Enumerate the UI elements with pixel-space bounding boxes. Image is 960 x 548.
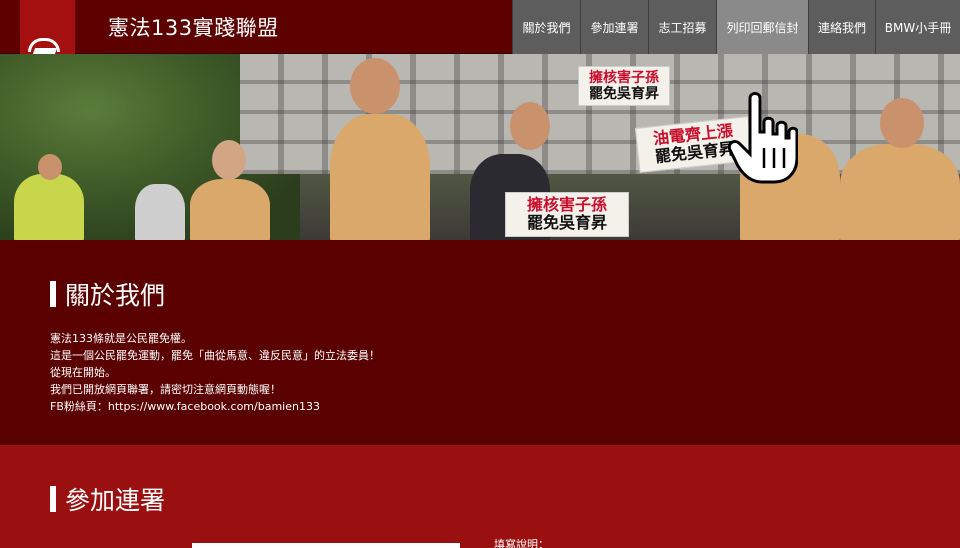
hero-banner-photo: 擁核害子孫 罷免吳育昇 油電齊上漲 罷免吳育昇 擁核害子孫 罷免吳育昇 xyxy=(0,54,960,240)
title-bar xyxy=(50,486,56,512)
hero-person-vest xyxy=(190,179,270,240)
hero-speaker xyxy=(330,114,430,240)
hand-pointer-icon xyxy=(728,92,798,184)
hero-sign-line1: 擁核害子孫 xyxy=(526,195,607,214)
hero-sign: 擁核害子孫 罷免吳育昇 xyxy=(505,192,629,237)
about-line: 我們已開放網頁聯署，請密切注意網頁動態喔！ xyxy=(50,383,281,396)
join-title-text: 參加連署 xyxy=(65,486,166,515)
about-line: 這是一個公民罷免運動，罷免「曲從馬意、違反民意」的立法委員！ xyxy=(50,349,380,362)
about-section: 關於我們 憲法133條就是公民罷免權。 這是一個公民罷免運動，罷免「曲從馬意、違… xyxy=(0,240,960,445)
hero-head xyxy=(510,102,550,150)
hero-sign-line2: 罷免吳育昇 xyxy=(526,213,607,233)
hero-head xyxy=(350,58,400,114)
hero-head xyxy=(212,140,246,180)
about-title: 關於我們 xyxy=(50,276,165,312)
hero-person-vest xyxy=(840,144,960,240)
hero-head xyxy=(38,154,62,180)
about-line: 從現在開始。 xyxy=(50,366,116,379)
hero-sign-line2: 罷免吳育昇 xyxy=(589,86,659,103)
site-title[interactable]: 憲法133實踐聯盟 xyxy=(108,12,279,42)
nav-item-print-envelope[interactable]: 列印回郵信封 xyxy=(716,0,808,54)
fill-instructions-label: 填寫說明： xyxy=(494,538,549,548)
signature-form-box[interactable] xyxy=(192,543,460,548)
about-title-text: 關於我們 xyxy=(65,281,166,310)
site-header: 憲法133實踐聯盟 關於我們 參加連署 志工招募 列印回郵信封 連絡我們 BMW… xyxy=(0,0,960,54)
nav-item-join[interactable]: 參加連署 xyxy=(580,0,648,54)
nav-item-bmw-handbook[interactable]: BMW小手冊 xyxy=(875,0,960,54)
about-line: 憲法133條就是公民罷免權。 xyxy=(50,332,192,345)
hero-person xyxy=(135,184,185,240)
hero-sign: 擁核害子孫 罷免吳育昇 xyxy=(578,66,670,107)
about-text: 憲法133條就是公民罷免權。 這是一個公民罷免運動，罷免「曲從馬意、違反民意」的… xyxy=(50,330,380,415)
title-bar xyxy=(50,281,56,307)
hero-sign-line1: 擁核害子孫 xyxy=(589,70,659,86)
join-title: 參加連署 xyxy=(50,481,165,517)
about-fb-link[interactable]: FB粉絲頁：https://www.facebook.com/bamien133 xyxy=(50,398,380,415)
hero-head xyxy=(880,98,924,148)
nav-item-contact[interactable]: 連絡我們 xyxy=(808,0,875,54)
site-logo[interactable] xyxy=(20,0,75,54)
main-nav: 關於我們 參加連署 志工招募 列印回郵信封 連絡我們 BMW小手冊 xyxy=(512,0,960,54)
join-section: 參加連署 填寫說明： xyxy=(0,445,960,548)
nav-item-about[interactable]: 關於我們 xyxy=(512,0,580,54)
hero-police-officer xyxy=(14,174,84,240)
nav-item-volunteer[interactable]: 志工招募 xyxy=(648,0,716,54)
